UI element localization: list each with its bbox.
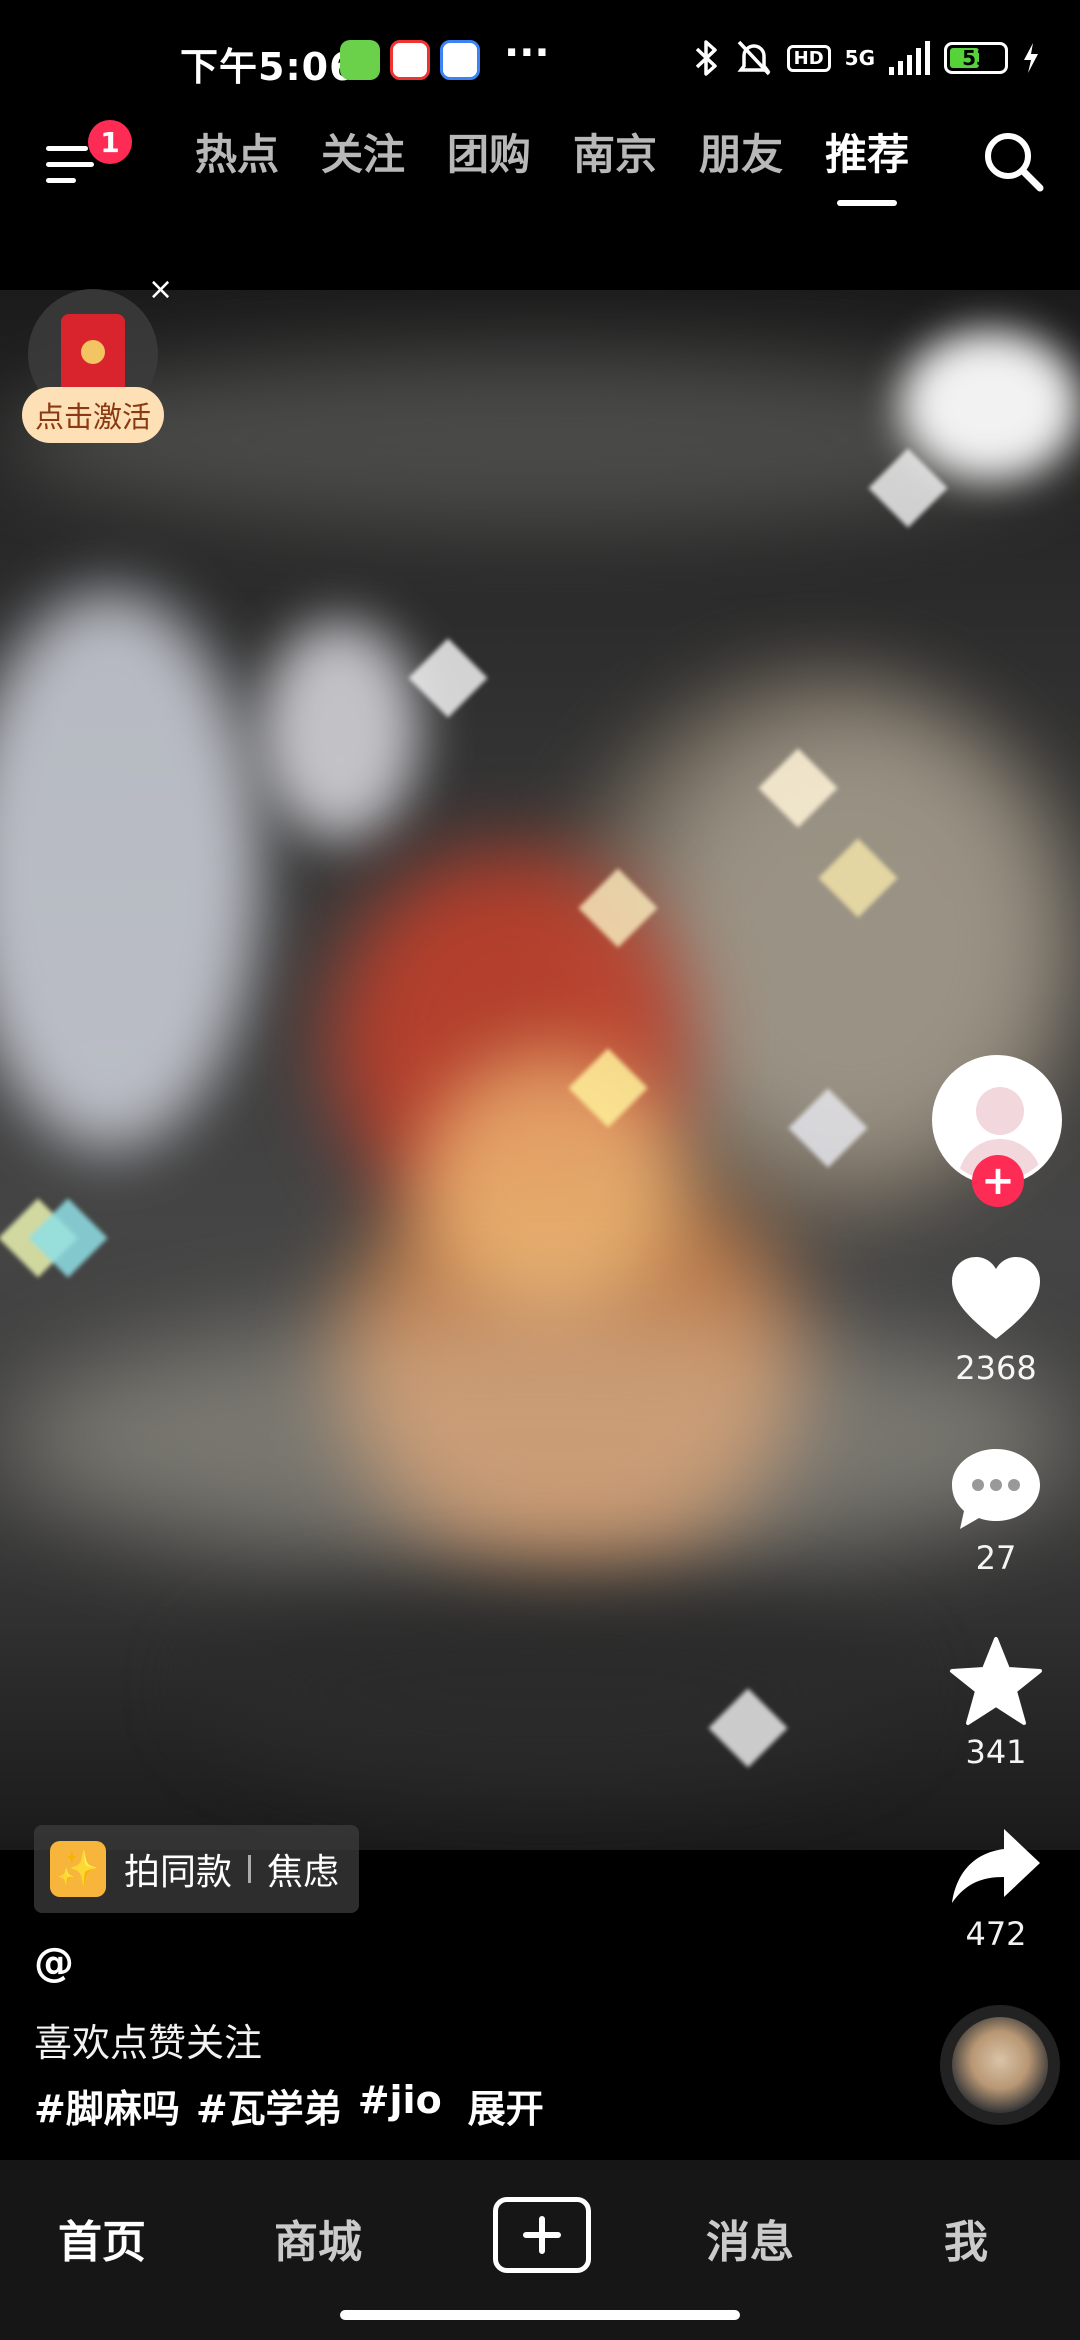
- avatar-head: [976, 1087, 1024, 1135]
- red-packet-activate-label[interactable]: 点击激活: [22, 387, 164, 443]
- app-58-icon: [390, 40, 430, 80]
- status-bar: 下午5:06 ··· HD 5G 53: [0, 0, 1080, 120]
- signal-icon: [889, 41, 930, 75]
- nav-me[interactable]: 我: [944, 2206, 988, 2270]
- network-label: 5G: [844, 46, 875, 70]
- tab-recommended[interactable]: 推荐: [825, 120, 909, 210]
- red-packet-widget[interactable]: 点击激活: [22, 285, 167, 450]
- tab-hot[interactable]: 热点: [195, 120, 279, 210]
- home-indicator[interactable]: [340, 2310, 740, 2320]
- music-disc-icon[interactable]: [940, 2005, 1060, 2125]
- star-icon: [950, 1637, 1042, 1725]
- battery-percent: 53: [962, 46, 990, 70]
- expand-button[interactable]: 展开: [468, 2078, 544, 2133]
- top-nav: 1 热点 关注 团购 南京 朋友 推荐: [0, 120, 1080, 220]
- like-button[interactable]: 2368: [926, 1255, 1066, 1387]
- hashtag-list: #脚麻吗 #瓦学弟 #jio 展开: [34, 2078, 544, 2133]
- like-count: 2368: [955, 1349, 1037, 1387]
- share-button[interactable]: 472: [926, 1825, 1066, 1953]
- menu-line: [46, 162, 94, 167]
- shoot-same-template-button[interactable]: ✨ 拍同款 焦虑: [34, 1825, 360, 1913]
- template-tag: 焦虑: [267, 1852, 340, 1893]
- hashtag-item[interactable]: #脚麻吗: [34, 2078, 180, 2133]
- menu-line: [46, 178, 76, 183]
- comment-button[interactable]: 27: [926, 1445, 1066, 1577]
- tab-following[interactable]: 关注: [321, 120, 405, 210]
- mute-bell-icon: [737, 40, 771, 76]
- menu-notification-badge: 1: [88, 120, 132, 164]
- template-label: 拍同款: [124, 1852, 233, 1893]
- more-notifications-icon: ···: [504, 30, 550, 76]
- tab-local-city[interactable]: 南京: [573, 120, 657, 210]
- create-button[interactable]: [493, 2197, 591, 2273]
- share-arrow-icon: [952, 1829, 1040, 1903]
- hd-icon: HD: [786, 44, 831, 72]
- search-icon[interactable]: [978, 126, 1050, 198]
- tab-group-buy[interactable]: 团购: [447, 120, 531, 210]
- bluetooth-icon: [695, 40, 717, 76]
- sparkle-icon: ✨: [50, 1841, 106, 1897]
- hashtag-item[interactable]: #jio: [358, 2078, 442, 2133]
- nav-home[interactable]: 首页: [58, 2206, 146, 2270]
- favorite-count: 341: [965, 1733, 1027, 1771]
- nav-mall[interactable]: 商城: [274, 2206, 362, 2270]
- comment-icon: [952, 1449, 1040, 1529]
- app-green-icon: [340, 40, 380, 80]
- status-right: HD 5G 53: [691, 38, 1040, 78]
- heart-icon: [952, 1257, 1040, 1339]
- template-divider: [248, 1855, 252, 1883]
- follow-button[interactable]: +: [972, 1155, 1024, 1207]
- tab-friends[interactable]: 朋友: [699, 120, 783, 210]
- comment-count: 27: [975, 1539, 1017, 1577]
- status-time: 下午5:06: [180, 45, 357, 89]
- battery-icon: 53: [944, 42, 1008, 74]
- favorite-button[interactable]: 341: [926, 1635, 1066, 1771]
- close-icon[interactable]: ×: [148, 272, 173, 307]
- video-description: 喜欢点赞关注: [34, 2021, 263, 2065]
- nav-messages[interactable]: 消息: [706, 2206, 794, 2270]
- hashtag-item[interactable]: #瓦学弟: [196, 2078, 342, 2133]
- share-count: 472: [965, 1915, 1027, 1953]
- app-blue-icon: [440, 40, 480, 80]
- video-player[interactable]: [0, 290, 1080, 1850]
- feed-tabs: 热点 关注 团购 南京 朋友 推荐: [195, 120, 909, 210]
- plus-icon: [523, 2216, 561, 2254]
- menu-line: [46, 146, 88, 151]
- red-envelope-icon: [61, 314, 125, 394]
- author-handle[interactable]: @: [34, 1940, 74, 1986]
- charging-icon: [1024, 43, 1038, 73]
